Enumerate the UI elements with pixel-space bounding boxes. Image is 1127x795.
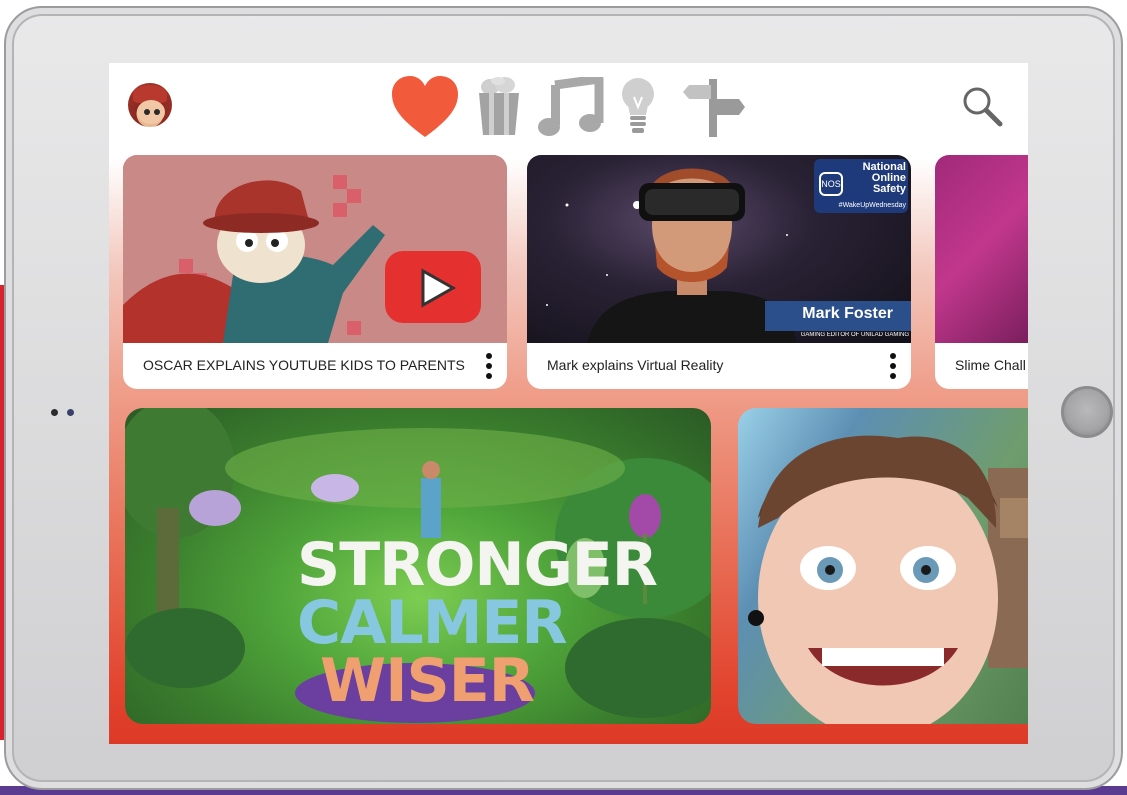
nos-badge: NOS National Online Safety #WakeUpWednes…	[814, 159, 908, 213]
top-nav-bar	[109, 63, 1028, 145]
video-card-oscar[interactable]: OSCAR EXPLAINS YOUTUBE KIDS TO PARENTS	[123, 155, 507, 389]
featured-promo-text: STRONGER CALMER WISER	[297, 530, 658, 716]
profile-avatar[interactable]	[128, 83, 172, 127]
search-icon[interactable]	[961, 85, 1003, 127]
video-title[interactable]: OSCAR EXPLAINS YOUTUBE KIDS TO PARENTS	[143, 351, 465, 379]
presenter-name-plate: Mark Foster	[765, 301, 911, 331]
home-button[interactable]	[1061, 386, 1113, 438]
nos-hashtag: #WakeUpWednesday	[838, 202, 906, 209]
promo-line-wiser: WISER	[320, 646, 535, 716]
presenter-role: GAMING EDITOR OF UNILAD GAMING	[800, 332, 909, 338]
video-thumbnail	[123, 155, 507, 343]
video-card-mark[interactable]: NOS National Online Safety #WakeUpWednes…	[527, 155, 911, 389]
presenter-name: Mark Foster	[802, 305, 893, 322]
camera-lens	[67, 409, 74, 416]
heart-icon[interactable]	[390, 75, 460, 139]
featured-video-youtuber[interactable]	[738, 408, 1028, 724]
front-camera	[51, 408, 81, 418]
featured-video-stronger-calmer-wiser[interactable]: STRONGER CALMER WISER	[125, 408, 711, 724]
more-options-icon[interactable]	[485, 353, 493, 379]
avatar-eye	[144, 109, 150, 115]
more-options-icon[interactable]	[889, 353, 897, 379]
lightbulb-icon[interactable]	[618, 77, 658, 137]
video-card-slime[interactable]: Slime Chall	[935, 155, 1028, 389]
avatar-eye	[154, 109, 160, 115]
camera-sensor	[51, 409, 58, 416]
signpost-icon[interactable]	[681, 77, 747, 139]
avatar-face	[137, 100, 165, 124]
youtube-kids-screen: OSCAR EXPLAINS YOUTUBE KIDS TO PARENTS N…	[109, 63, 1028, 744]
video-title[interactable]: Mark explains Virtual Reality	[547, 351, 723, 379]
video-thumbnail	[935, 155, 1028, 343]
youtuber-face-thumbnail	[748, 435, 1028, 724]
video-title[interactable]: Slime Chall	[955, 351, 1026, 379]
promo-line-calmer: CALMER	[297, 588, 568, 658]
promo-line-stronger: STRONGER	[297, 530, 658, 600]
nos-logo: NOS	[819, 172, 843, 196]
popcorn-icon[interactable]	[475, 77, 523, 137]
music-icon[interactable]	[537, 77, 605, 137]
video-thumbnail: NOS National Online Safety #WakeUpWednes…	[527, 155, 911, 343]
nos-brand: National Online Safety	[862, 161, 906, 195]
